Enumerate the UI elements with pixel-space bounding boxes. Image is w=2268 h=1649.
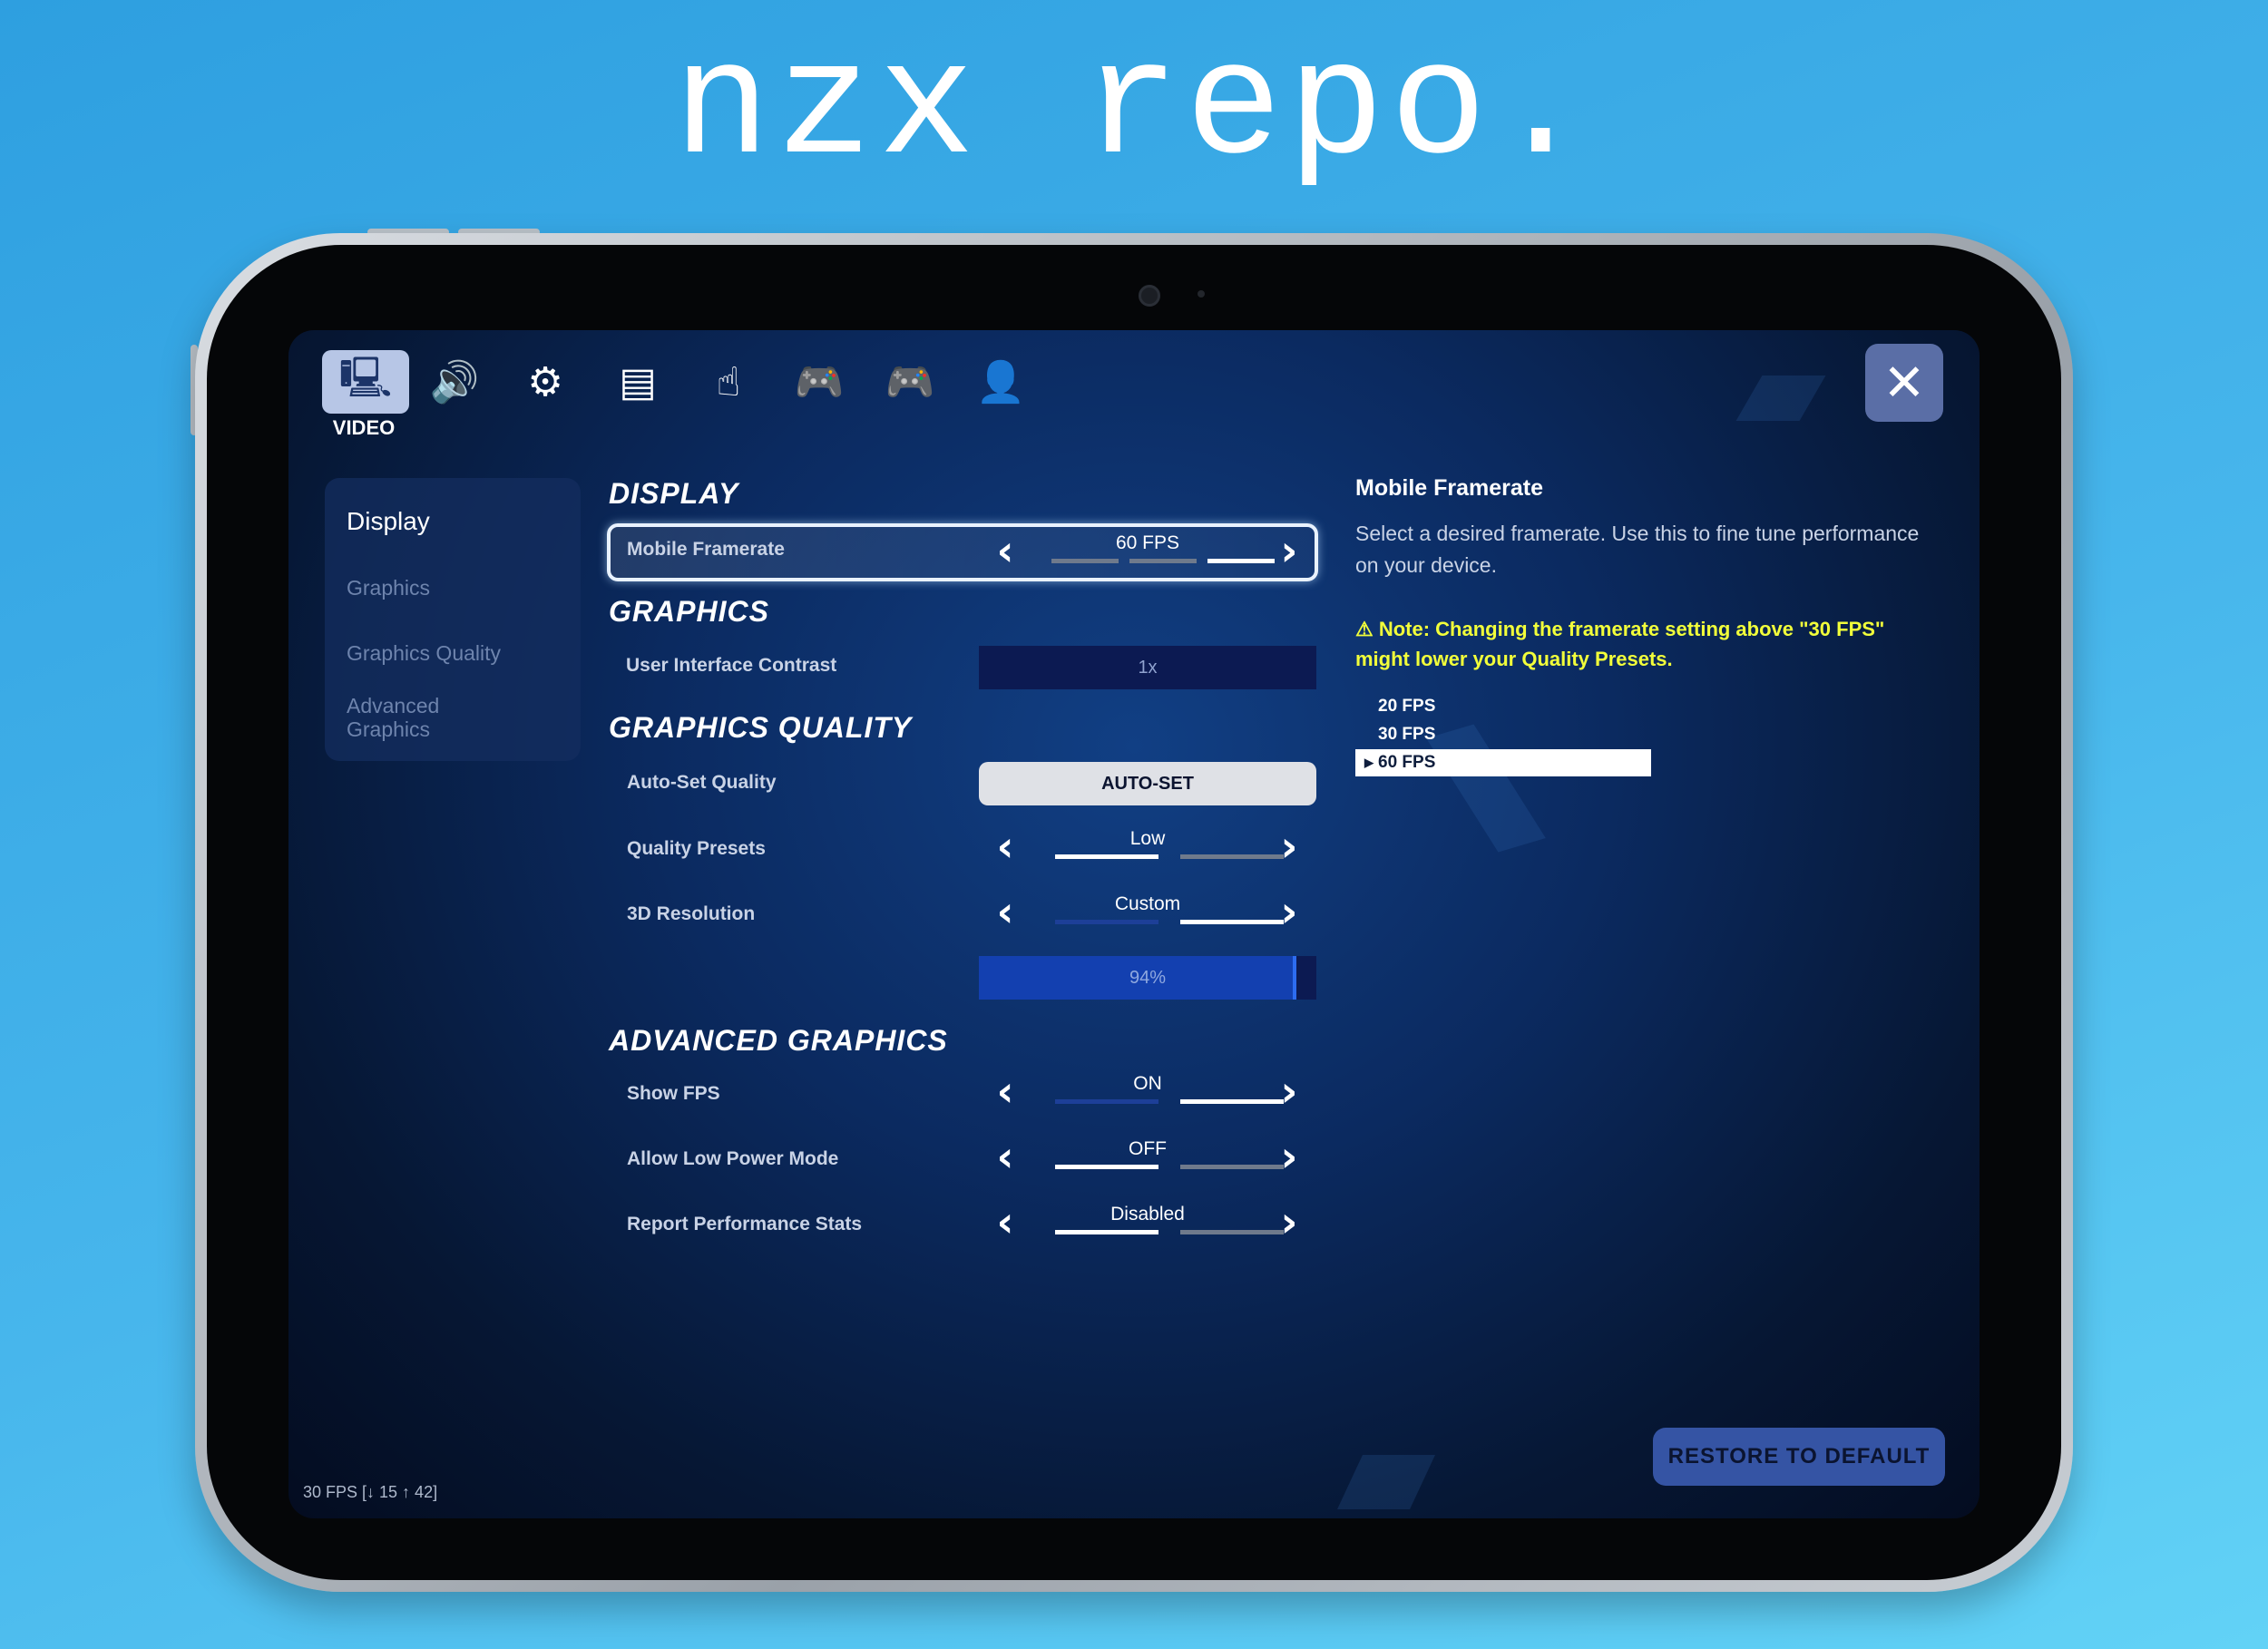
speaker-icon: 🔊 [429, 359, 480, 405]
quality-presets-prev-button[interactable]: ‹ [987, 822, 1023, 871]
hud-layout-icon: ▤ [619, 358, 657, 405]
report-perf-seg-2 [1180, 1230, 1284, 1234]
resolution-3d-prev-button[interactable]: ‹ [987, 887, 1023, 936]
section-display-heading: DISPLAY [609, 477, 739, 510]
tab-controller-settings[interactable]: 🎮 [776, 350, 863, 414]
resolution-3d-value: Custom [1114, 893, 1181, 914]
sidebar-item-advanced-graphics[interactable]: Advanced Graphics [347, 694, 474, 742]
close-button[interactable]: ✕ [1865, 344, 1943, 422]
tablet-frame: 🖳 VIDEO 🔊 ⚙ ▤ ☝ 🎮 🎮 👤 ✕ Display Graphics… [195, 233, 2073, 1592]
section-advanced-graphics-heading: ADVANCED GRAPHICS [609, 1024, 948, 1057]
low-power-mode-next-button[interactable]: › [1271, 1132, 1307, 1181]
report-perf-next-button[interactable]: › [1271, 1197, 1307, 1246]
report-perf-seg-1 [1055, 1230, 1158, 1234]
mobile-framerate-prev-button[interactable]: ‹ [987, 526, 1023, 575]
quality-presets-seg-1 [1055, 854, 1158, 859]
info-description: Select a desired framerate. Use this to … [1355, 522, 1920, 577]
report-perf-value: Disabled [1110, 1204, 1185, 1225]
settings-sidebar: Display Graphics Graphics Quality Advanc… [325, 478, 581, 761]
low-power-mode-label: Allow Low Power Mode [627, 1148, 839, 1169]
low-power-mode-seg-1 [1055, 1165, 1158, 1169]
mobile-framerate-next-button[interactable]: › [1271, 526, 1307, 575]
resolution-3d-percent-slider[interactable]: 94% [979, 956, 1316, 1000]
framerate-option-60[interactable]: ▶ 60 FPS [1355, 749, 1651, 776]
show-fps-label: Show FPS [627, 1083, 720, 1104]
tab-controller[interactable]: 🎮 [866, 350, 953, 414]
info-note: ⚠ Note: Changing the framerate setting a… [1355, 618, 1885, 670]
tab-touch[interactable]: ☝ [685, 350, 772, 414]
monitor-icon: 🖳 [338, 354, 393, 401]
bg-shard [1337, 1455, 1435, 1509]
quality-presets-next-button[interactable]: › [1271, 822, 1307, 871]
close-icon: ✕ [1882, 353, 1926, 413]
touch-hand-icon: ☝ [716, 358, 741, 405]
quality-presets-value: Low [1129, 828, 1166, 849]
tab-audio[interactable]: 🔊 [411, 350, 498, 414]
section-graphics-heading: GRAPHICS [609, 595, 769, 628]
show-fps-value: ON [1133, 1073, 1162, 1094]
tab-account[interactable]: 👤 [957, 350, 1044, 414]
resolution-3d-seg-1 [1055, 920, 1158, 924]
gear-icon: ⚙ [527, 358, 563, 405]
sidebar-item-graphics[interactable]: Graphics [347, 576, 546, 600]
mobile-framerate-value: 60 FPS [1115, 532, 1180, 553]
report-perf-prev-button[interactable]: ‹ [987, 1197, 1023, 1246]
low-power-mode-prev-button[interactable]: ‹ [987, 1132, 1023, 1181]
auto-set-button[interactable]: AUTO-SET [979, 762, 1316, 805]
brand-title: nzx repo. [673, 18, 1595, 200]
mobile-framerate-seg-1 [1051, 559, 1119, 563]
low-power-mode-value: OFF [1129, 1138, 1167, 1159]
camera-sensor [1198, 290, 1205, 298]
tab-game[interactable]: ⚙ [502, 350, 589, 414]
restore-default-button[interactable]: RESTORE TO DEFAULT [1653, 1428, 1945, 1486]
sidebar-item-graphics-quality[interactable]: Graphics Quality [347, 641, 546, 665]
section-graphics-quality-heading: GRAPHICS QUALITY [609, 711, 913, 744]
mobile-framerate-seg-2 [1129, 559, 1197, 563]
report-perf-label: Report Performance Stats [627, 1214, 863, 1234]
resolution-3d-seg-2 [1180, 920, 1284, 924]
settings-screen: 🖳 VIDEO 🔊 ⚙ ▤ ☝ 🎮 🎮 👤 ✕ Display Graphics… [288, 330, 1980, 1518]
person-icon: 👤 [975, 359, 1026, 405]
ui-contrast-slider[interactable]: 1x [979, 646, 1316, 689]
show-fps-seg-2 [1180, 1099, 1284, 1104]
quality-presets-seg-2 [1180, 854, 1284, 859]
resolution-3d-label: 3D Resolution [627, 903, 756, 924]
framerate-option-20[interactable]: 20 FPS [1355, 693, 1651, 720]
framerate-option-60-label: 60 FPS [1378, 753, 1436, 772]
tablet-bezel: 🖳 VIDEO 🔊 ⚙ ▤ ☝ 🎮 🎮 👤 ✕ Display Graphics… [207, 245, 2061, 1580]
resolution-3d-percent-value: 94% [1129, 967, 1167, 988]
fps-counter: 30 FPS [↓ 15 ↑ 42] [303, 1483, 438, 1501]
selected-caret-icon: ▶ [1364, 756, 1374, 769]
tab-display-ui[interactable]: ▤ [594, 350, 681, 414]
quality-presets-label: Quality Presets [627, 838, 766, 859]
info-title: Mobile Framerate [1355, 475, 1544, 501]
tab-video-label: VIDEO [332, 416, 396, 439]
show-fps-prev-button[interactable]: ‹ [987, 1067, 1023, 1116]
tab-video[interactable]: 🖳 [322, 350, 409, 414]
sidebar-item-display[interactable]: Display [347, 507, 546, 536]
show-fps-seg-1 [1055, 1099, 1158, 1104]
show-fps-next-button[interactable]: › [1271, 1067, 1307, 1116]
bg-shard [1735, 376, 1826, 421]
auto-set-quality-label: Auto-Set Quality [627, 772, 777, 793]
framerate-option-30[interactable]: 30 FPS [1355, 721, 1651, 748]
mobile-framerate-seg-3 [1207, 559, 1275, 563]
mobile-framerate-label: Mobile Framerate [627, 539, 785, 560]
front-camera [1139, 285, 1160, 307]
resolution-3d-next-button[interactable]: › [1271, 887, 1307, 936]
ui-contrast-label: User Interface Contrast [626, 655, 837, 676]
gamepad-icon: 🎮 [885, 359, 935, 405]
low-power-mode-seg-2 [1180, 1165, 1284, 1169]
controller-gear-icon: 🎮 [794, 359, 845, 405]
